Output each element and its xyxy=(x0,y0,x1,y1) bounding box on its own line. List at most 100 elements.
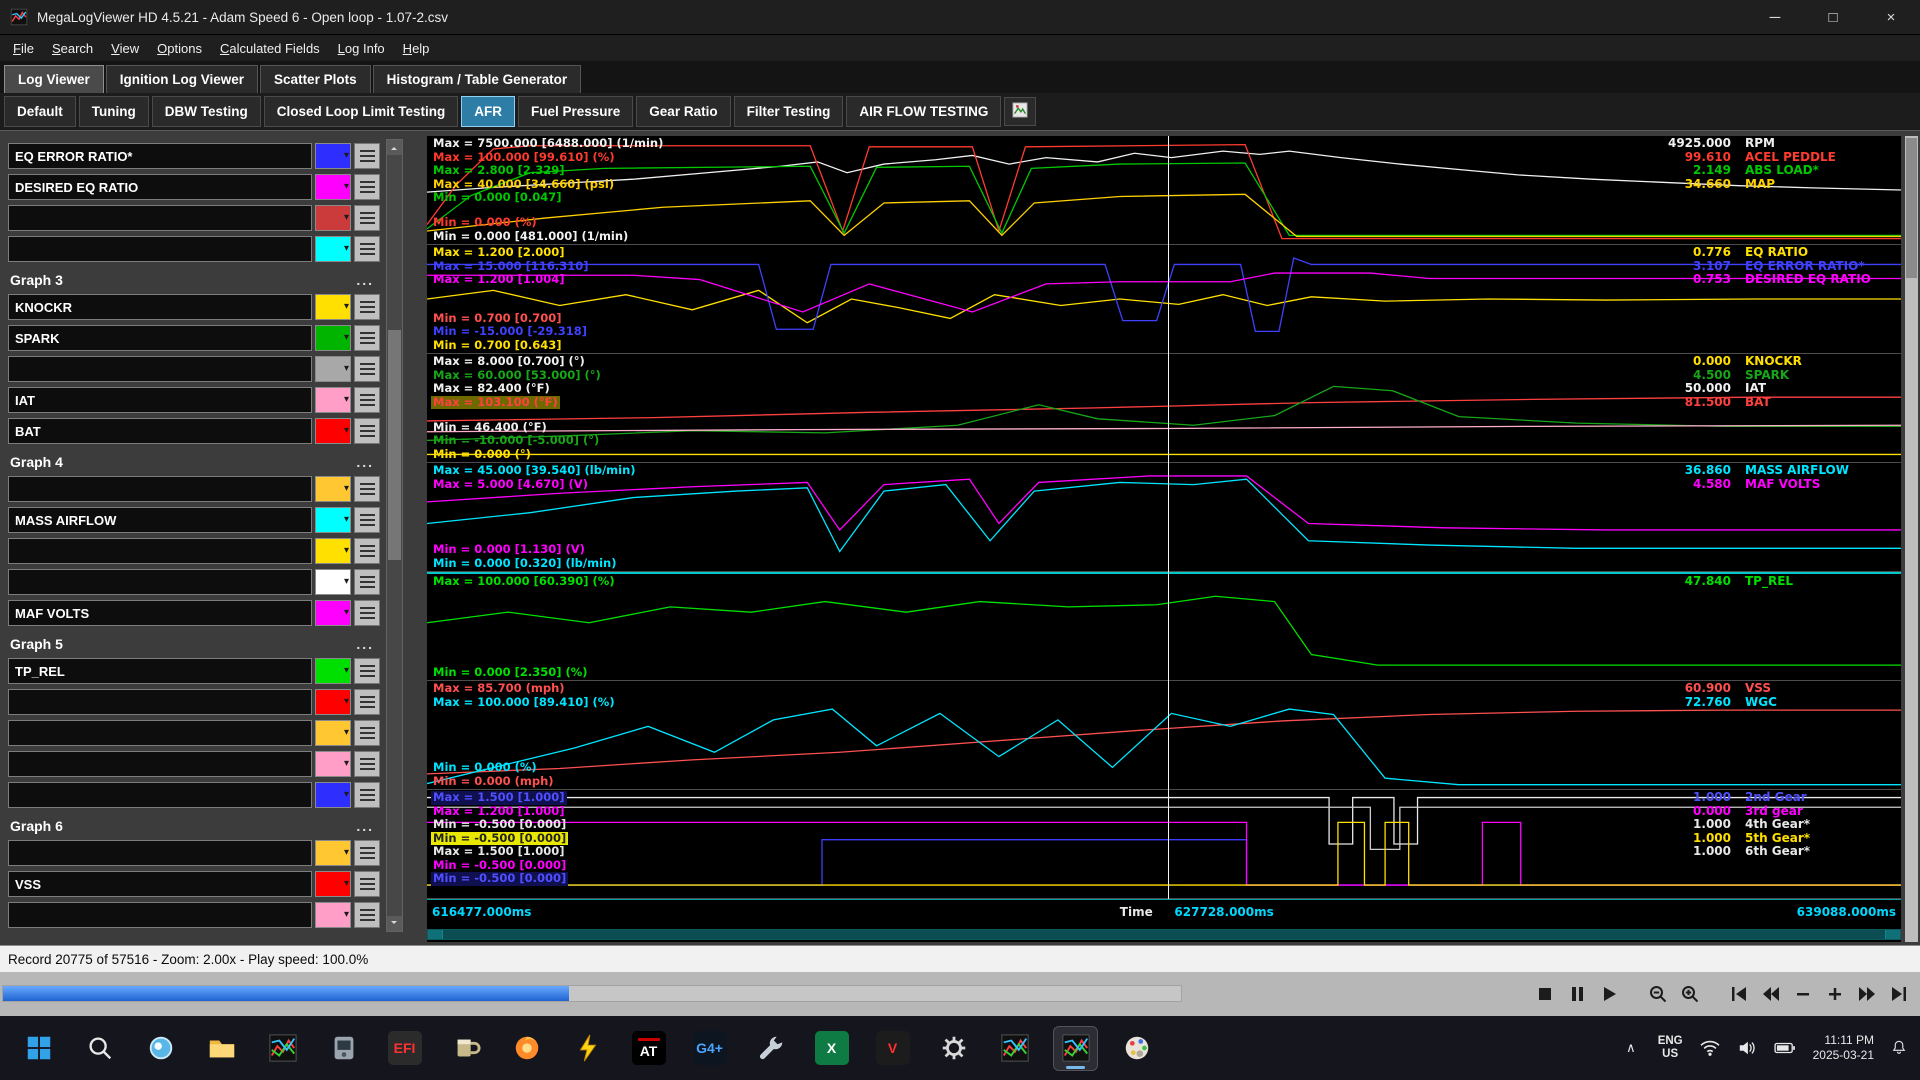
channel-settings-button[interactable] xyxy=(354,174,380,200)
channel-name-input[interactable] xyxy=(8,294,312,320)
battery-icon[interactable] xyxy=(1773,1039,1797,1057)
skip-to-end-button[interactable] xyxy=(1885,980,1912,1007)
file-explorer-icon[interactable] xyxy=(199,1026,244,1071)
channel-settings-button[interactable] xyxy=(354,871,380,897)
v-scroll-thumb[interactable] xyxy=(1906,138,1917,278)
scroll-down-arrow-icon[interactable] xyxy=(387,916,402,931)
menu-options[interactable]: Options xyxy=(148,37,211,60)
excel-icon[interactable]: X xyxy=(809,1026,854,1071)
view-tab-default[interactable]: Default xyxy=(4,96,76,127)
channel-settings-button[interactable] xyxy=(354,782,380,808)
sidebar-scrollbar-thumb[interactable] xyxy=(388,330,401,560)
channel-color-swatch[interactable]: ▾ xyxy=(315,902,351,928)
channel-name-input[interactable] xyxy=(8,387,312,413)
lightning-app-icon[interactable] xyxy=(565,1026,610,1071)
channel-name-input[interactable] xyxy=(8,507,312,533)
channel-name-input[interactable] xyxy=(8,356,312,382)
chart-horizontal-scrollbar[interactable] xyxy=(427,929,1901,940)
h-scroll-thumb[interactable] xyxy=(442,930,1886,939)
wifi-icon[interactable] xyxy=(1699,1039,1721,1057)
h-scroll-left-cap[interactable] xyxy=(428,930,442,939)
copilot-icon[interactable] xyxy=(138,1026,183,1071)
plus-button[interactable] xyxy=(1821,980,1848,1007)
channel-settings-button[interactable] xyxy=(354,751,380,777)
scroll-up-arrow-icon[interactable] xyxy=(387,140,402,155)
channel-settings-button[interactable] xyxy=(354,356,380,382)
channel-color-swatch[interactable]: ▾ xyxy=(315,236,351,262)
paint-app-icon[interactable] xyxy=(1114,1026,1159,1071)
channel-name-input[interactable] xyxy=(8,902,312,928)
view-tab-tuning[interactable]: Tuning xyxy=(79,96,149,127)
view-tab-air-flow-testing[interactable]: AIR FLOW TESTING xyxy=(846,96,1001,127)
view-tab-image-button[interactable] xyxy=(1004,97,1036,126)
clock[interactable]: 11:11 PM 2025-03-21 xyxy=(1813,1033,1874,1063)
logviewer-app-icon[interactable] xyxy=(260,1026,305,1071)
graph-panel-4[interactable]: Max = 45.000 [39.540] (lb/min)Max = 5.00… xyxy=(427,463,1901,572)
channel-settings-button[interactable] xyxy=(354,600,380,626)
megalogviewer-icon[interactable] xyxy=(992,1026,1037,1071)
menu-calculated-fields[interactable]: Calculated Fields xyxy=(211,37,329,60)
playback-cursor-line[interactable] xyxy=(1168,136,1169,899)
channel-color-swatch[interactable]: ▾ xyxy=(315,174,351,200)
channel-settings-button[interactable] xyxy=(354,507,380,533)
view-tab-closed-loop-limit-testing[interactable]: Closed Loop Limit Testing xyxy=(264,96,459,127)
fast-forward-button[interactable] xyxy=(1853,980,1880,1007)
channel-name-input[interactable] xyxy=(8,174,312,200)
channel-name-input[interactable] xyxy=(8,751,312,777)
tools-app-icon[interactable] xyxy=(748,1026,793,1071)
playback-progress-bar[interactable] xyxy=(2,985,1182,1002)
graph-group-menu-button[interactable]: ... xyxy=(356,272,374,288)
graph-group-menu-button[interactable]: ... xyxy=(356,636,374,652)
channel-name-input[interactable] xyxy=(8,569,312,595)
view-tab-dbw-testing[interactable]: DBW Testing xyxy=(152,96,261,127)
accesstuner-app-icon[interactable]: AT xyxy=(626,1026,671,1071)
channel-color-swatch[interactable]: ▾ xyxy=(315,840,351,866)
channel-color-swatch[interactable]: ▾ xyxy=(315,325,351,351)
channel-name-input[interactable] xyxy=(8,689,312,715)
channel-settings-button[interactable] xyxy=(354,143,380,169)
interface-device-icon[interactable] xyxy=(321,1026,366,1071)
view-tab-fuel-pressure[interactable]: Fuel Pressure xyxy=(518,96,633,127)
graph-panel-2[interactable]: Max = 1.200 [2.000]Max = 15.000 [116.310… xyxy=(427,245,1901,354)
tab-log-viewer[interactable]: Log Viewer xyxy=(4,65,104,93)
channel-settings-button[interactable] xyxy=(354,658,380,684)
tab-histogram-table-generator[interactable]: Histogram / Table Generator xyxy=(373,65,582,93)
menu-help[interactable]: Help xyxy=(394,37,439,60)
menu-search[interactable]: Search xyxy=(43,37,102,60)
channel-settings-button[interactable] xyxy=(354,476,380,502)
channel-name-input[interactable] xyxy=(8,236,312,262)
rewind-button[interactable] xyxy=(1757,980,1784,1007)
channel-settings-button[interactable] xyxy=(354,205,380,231)
g4-app-icon[interactable]: G4+ xyxy=(687,1026,732,1071)
channel-color-swatch[interactable]: ▾ xyxy=(315,600,351,626)
view-tab-afr[interactable]: AFR xyxy=(461,96,515,127)
channel-settings-button[interactable] xyxy=(354,902,380,928)
channel-settings-button[interactable] xyxy=(354,294,380,320)
tab-ignition-log-viewer[interactable]: Ignition Log Viewer xyxy=(106,65,258,93)
channel-settings-button[interactable] xyxy=(354,387,380,413)
channel-settings-button[interactable] xyxy=(354,720,380,746)
firefox-icon[interactable] xyxy=(504,1026,549,1071)
language-indicator[interactable]: ENG US xyxy=(1658,1035,1683,1061)
channel-settings-button[interactable] xyxy=(354,840,380,866)
menu-file[interactable]: File xyxy=(4,37,43,60)
charts-area[interactable]: Max = 7500.000 [6488.000] (1/min)Max = 1… xyxy=(427,136,1901,942)
view-tab-filter-testing[interactable]: Filter Testing xyxy=(734,96,844,127)
view-tab-gear-ratio[interactable]: Gear Ratio xyxy=(636,96,730,127)
graph-panel-1[interactable]: Max = 7500.000 [6488.000] (1/min)Max = 1… xyxy=(427,136,1901,245)
volume-icon[interactable] xyxy=(1737,1039,1757,1057)
megalogviewer-active-icon[interactable] xyxy=(1053,1026,1098,1071)
channel-color-swatch[interactable]: ▾ xyxy=(315,507,351,533)
graph-panel-3[interactable]: Max = 8.000 [0.700] (°)Max = 60.000 [53.… xyxy=(427,354,1901,463)
channel-name-input[interactable] xyxy=(8,325,312,351)
channel-color-swatch[interactable]: ▾ xyxy=(315,871,351,897)
channel-color-swatch[interactable]: ▾ xyxy=(315,356,351,382)
efi-app-icon[interactable]: EFI xyxy=(382,1026,427,1071)
zoom-in-button[interactable] xyxy=(1676,980,1703,1007)
channel-name-input[interactable] xyxy=(8,658,312,684)
channel-name-input[interactable] xyxy=(8,720,312,746)
notification-bell-icon[interactable] xyxy=(1890,1039,1908,1057)
h-scroll-right-cap[interactable] xyxy=(1886,930,1900,939)
channel-color-swatch[interactable]: ▾ xyxy=(315,658,351,684)
channel-name-input[interactable] xyxy=(8,476,312,502)
